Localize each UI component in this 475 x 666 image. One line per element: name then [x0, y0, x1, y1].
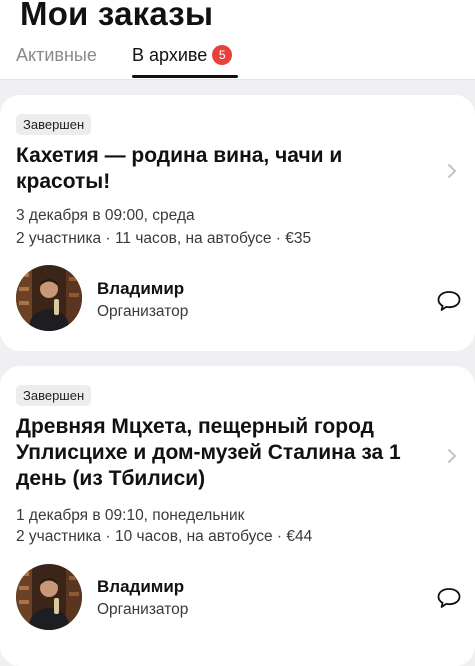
tab-active-orders[interactable]: Активные: [16, 44, 97, 66]
header: Мои заказы Активные В архиве 5: [0, 0, 475, 80]
archive-count-badge: 5: [212, 45, 233, 65]
active-tab-indicator: [132, 75, 238, 78]
order-details: 2 участника · 10 часов, на автобусе · €4…: [16, 528, 313, 545]
tab-archive[interactable]: В архиве 5: [132, 44, 233, 66]
order-card[interactable]: Завершен Древняя Мцхета, пещерный город …: [0, 366, 475, 666]
organizer-role: Организатор: [97, 303, 189, 320]
organizer-role: Организатор: [97, 601, 189, 618]
tab-archive-label: В архиве: [132, 45, 208, 65]
organizer-name: Владимир: [97, 279, 185, 298]
status-badge: Завершен: [16, 385, 92, 406]
order-date: 3 декабря в 09:00, среда: [16, 207, 195, 224]
organizer-name: Владимир: [97, 577, 185, 596]
order-title[interactable]: Кахетия — родина вина, чачи и красоты!: [16, 143, 346, 195]
order-title[interactable]: Древняя Мцхета, пещерный город Уплисцихе…: [16, 414, 436, 492]
avatar[interactable]: [16, 265, 82, 331]
page-title: Мои заказы: [20, 0, 214, 32]
chevron-right-icon[interactable]: [443, 162, 461, 180]
order-details: 2 участника · 11 часов, на автобусе · €3…: [16, 230, 312, 247]
chat-bubble-icon[interactable]: [436, 586, 462, 610]
chat-bubble-icon[interactable]: [436, 289, 462, 313]
status-badge: Завершен: [16, 114, 92, 135]
order-card[interactable]: Завершен Кахетия — родина вина, чачи и к…: [0, 95, 475, 351]
chevron-right-icon[interactable]: [443, 447, 461, 465]
avatar[interactable]: [16, 564, 82, 630]
order-date: 1 декабря в 09:10, понедельник: [16, 507, 245, 524]
